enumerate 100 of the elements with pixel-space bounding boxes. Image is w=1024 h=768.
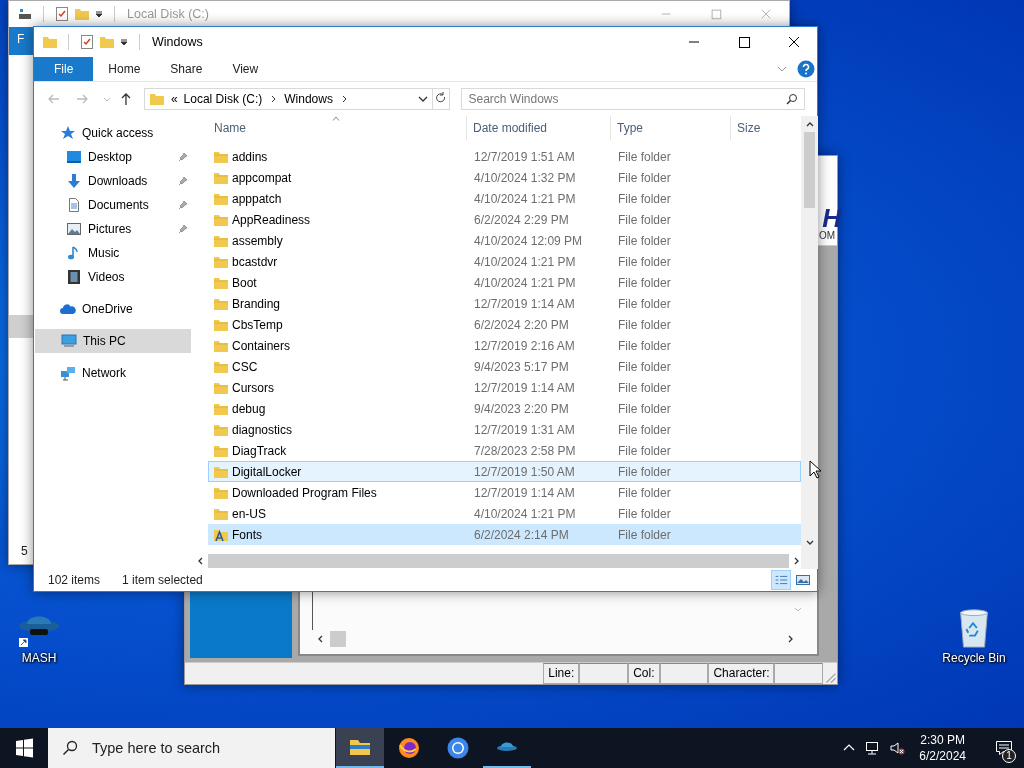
- file-row[interactable]: bcastdvr 4/10/2024 1:21 PM File folder: [208, 251, 801, 272]
- status-label: Line:: [543, 663, 580, 684]
- pictures-icon: [66, 221, 82, 237]
- document-icon: [66, 197, 82, 213]
- scroll-thumb[interactable]: [804, 132, 815, 208]
- ribbon-tab[interactable]: Home: [93, 57, 156, 81]
- status-text: 5: [21, 544, 29, 558]
- properties-icon[interactable]: [54, 6, 70, 22]
- file-row[interactable]: assembly 4/10/2024 12:09 PM File folder: [208, 230, 801, 251]
- volume-muted-icon[interactable]: [889, 740, 906, 756]
- status-label: Character:: [708, 663, 775, 684]
- star-icon: [60, 125, 76, 141]
- logo-caption: OM: [818, 230, 835, 241]
- nav-row-highlight: [9, 315, 34, 338]
- nav-item[interactable]: Pictures: [34, 217, 196, 241]
- search-icon: [785, 93, 798, 105]
- clock-time[interactable]: 2:30 PM: [920, 732, 965, 748]
- ribbon-tab[interactable]: File: [34, 57, 94, 81]
- properties-icon[interactable]: [79, 34, 95, 50]
- file-row[interactable]: en-US 4/10/2024 1:21 PM File folder: [208, 503, 801, 524]
- desktop-icon: [66, 149, 82, 165]
- nav-item[interactable]: Videos: [34, 265, 196, 289]
- ribbon-tab[interactable]: F: [9, 27, 34, 55]
- help-icon[interactable]: [797, 60, 815, 78]
- folder-icon: [42, 34, 58, 50]
- breadcrumb[interactable]: Windows: [284, 92, 333, 106]
- cloud-icon: [60, 301, 76, 317]
- status-cell: [579, 663, 629, 684]
- window-title: Windows: [152, 35, 203, 49]
- network-icon: [60, 365, 76, 381]
- horizontal-scrollbar[interactable]: [196, 552, 801, 569]
- file-row[interactable]: AppReadiness 6/2/2024 2:29 PM File folder: [208, 209, 801, 230]
- overflow-crumb[interactable]: «: [170, 92, 178, 106]
- browser-ring-icon: [446, 736, 470, 760]
- taskbar-search-field[interactable]: Type here to search: [48, 728, 335, 768]
- file-row[interactable]: DiagTrack 7/28/2023 2:58 PM File folder: [208, 440, 801, 461]
- selection-count: 1 item selected: [122, 573, 203, 587]
- file-row[interactable]: Fonts 6/2/2024 2:14 PM File folder: [208, 524, 801, 545]
- refresh-icon[interactable]: [432, 88, 451, 110]
- file-row[interactable]: debug 9/4/2023 2:20 PM File folder: [208, 398, 801, 419]
- status-cell: [659, 663, 709, 684]
- nav-item[interactable]: Desktop: [34, 145, 196, 169]
- download-arrow-icon: [66, 173, 82, 189]
- column-header[interactable]: Type: [611, 116, 731, 140]
- file-row[interactable]: Downloaded Program Files 12/7/2019 1:14 AM File folder: [208, 482, 801, 503]
- scroll-thumb[interactable]: [208, 553, 789, 568]
- file-row[interactable]: diagnostics 12/7/2019 1:31 AM File folder: [208, 419, 801, 440]
- desktop-icon-label[interactable]: Recycle Bin: [942, 651, 1006, 665]
- desktop-icon-label[interactable]: MASH: [21, 651, 57, 665]
- file-row[interactable]: Boot 4/10/2024 1:21 PM File folder: [208, 272, 801, 293]
- expand-ribbon-icon[interactable]: [777, 64, 787, 74]
- nav-item[interactable]: Documents: [34, 193, 196, 217]
- vertical-scrollbar[interactable]: [801, 116, 818, 569]
- pin-icon[interactable]: [178, 152, 188, 162]
- film-strip-icon: [66, 269, 82, 285]
- nav-item[interactable]: OneDrive: [34, 297, 196, 321]
- nav-item[interactable]: Downloads: [34, 169, 196, 193]
- search-icon: [62, 740, 78, 756]
- browser-globe-icon: [397, 736, 421, 760]
- drive-icon: [17, 6, 33, 22]
- file-row[interactable]: appcompat 4/10/2024 1:32 PM File folder: [208, 167, 801, 188]
- taskbar-app-button[interactable]: [336, 728, 384, 768]
- scroll-thumb[interactable]: [330, 631, 346, 647]
- address-bar[interactable]: « Local Disk (C:) Windows: [143, 88, 434, 110]
- column-header[interactable]: Name: [208, 116, 467, 140]
- column-header[interactable]: Size: [731, 116, 801, 140]
- window-title: Local Disk (C:): [127, 7, 209, 21]
- item-count: 102 items: [48, 573, 101, 587]
- file-row[interactable]: apppatch 4/10/2024 1:21 PM File folder: [208, 188, 801, 209]
- file-row[interactable]: Containers 12/7/2019 2:16 AM File folder: [208, 335, 801, 356]
- ribbon-tab[interactable]: Share: [155, 57, 218, 81]
- column-header[interactable]: Date modified: [467, 116, 611, 140]
- status-label: Col:: [628, 663, 660, 684]
- dropdown-icon[interactable]: [94, 9, 104, 19]
- file-row[interactable]: DigitalLocker 12/7/2019 1:50 AM File folder: [208, 461, 801, 482]
- pin-icon[interactable]: [178, 224, 188, 234]
- status-cell: [774, 663, 824, 684]
- search-field[interactable]: Search Windows: [461, 88, 805, 110]
- file-row[interactable]: CSC 9/4/2023 5:17 PM File folder: [208, 356, 801, 377]
- folder-icon: [148, 91, 165, 107]
- nav-item[interactable]: Network: [34, 361, 196, 385]
- nav-item[interactable]: Quick access: [34, 121, 196, 145]
- dropdown-icon[interactable]: [119, 37, 129, 47]
- mouse-pointer-icon: [809, 460, 821, 480]
- file-row[interactable]: Branding 12/7/2019 1:14 AM File folder: [208, 293, 801, 314]
- sort-ascending-icon: [332, 116, 340, 121]
- nav-item[interactable]: Music: [34, 241, 196, 265]
- breadcrumb[interactable]: Local Disk (C:): [183, 92, 263, 106]
- computer-icon: [61, 333, 77, 349]
- clock-date[interactable]: 6/2/2024: [919, 748, 966, 764]
- ribbon-tab[interactable]: View: [217, 57, 274, 81]
- file-row[interactable]: Cursors 12/7/2019 1:14 AM File folder: [208, 377, 801, 398]
- pin-icon[interactable]: [178, 176, 188, 186]
- notification-button[interactable]: 1: [984, 728, 1024, 768]
- dropdown-icon[interactable]: [418, 94, 429, 104]
- file-row[interactable]: CbsTemp 6/2/2024 2:20 PM File folder: [208, 314, 801, 335]
- notification-count: 1: [1002, 749, 1016, 763]
- nav-item[interactable]: This PC: [35, 329, 191, 353]
- pin-icon[interactable]: [178, 200, 188, 210]
- file-row[interactable]: addins 12/7/2019 1:51 AM File folder: [208, 146, 801, 167]
